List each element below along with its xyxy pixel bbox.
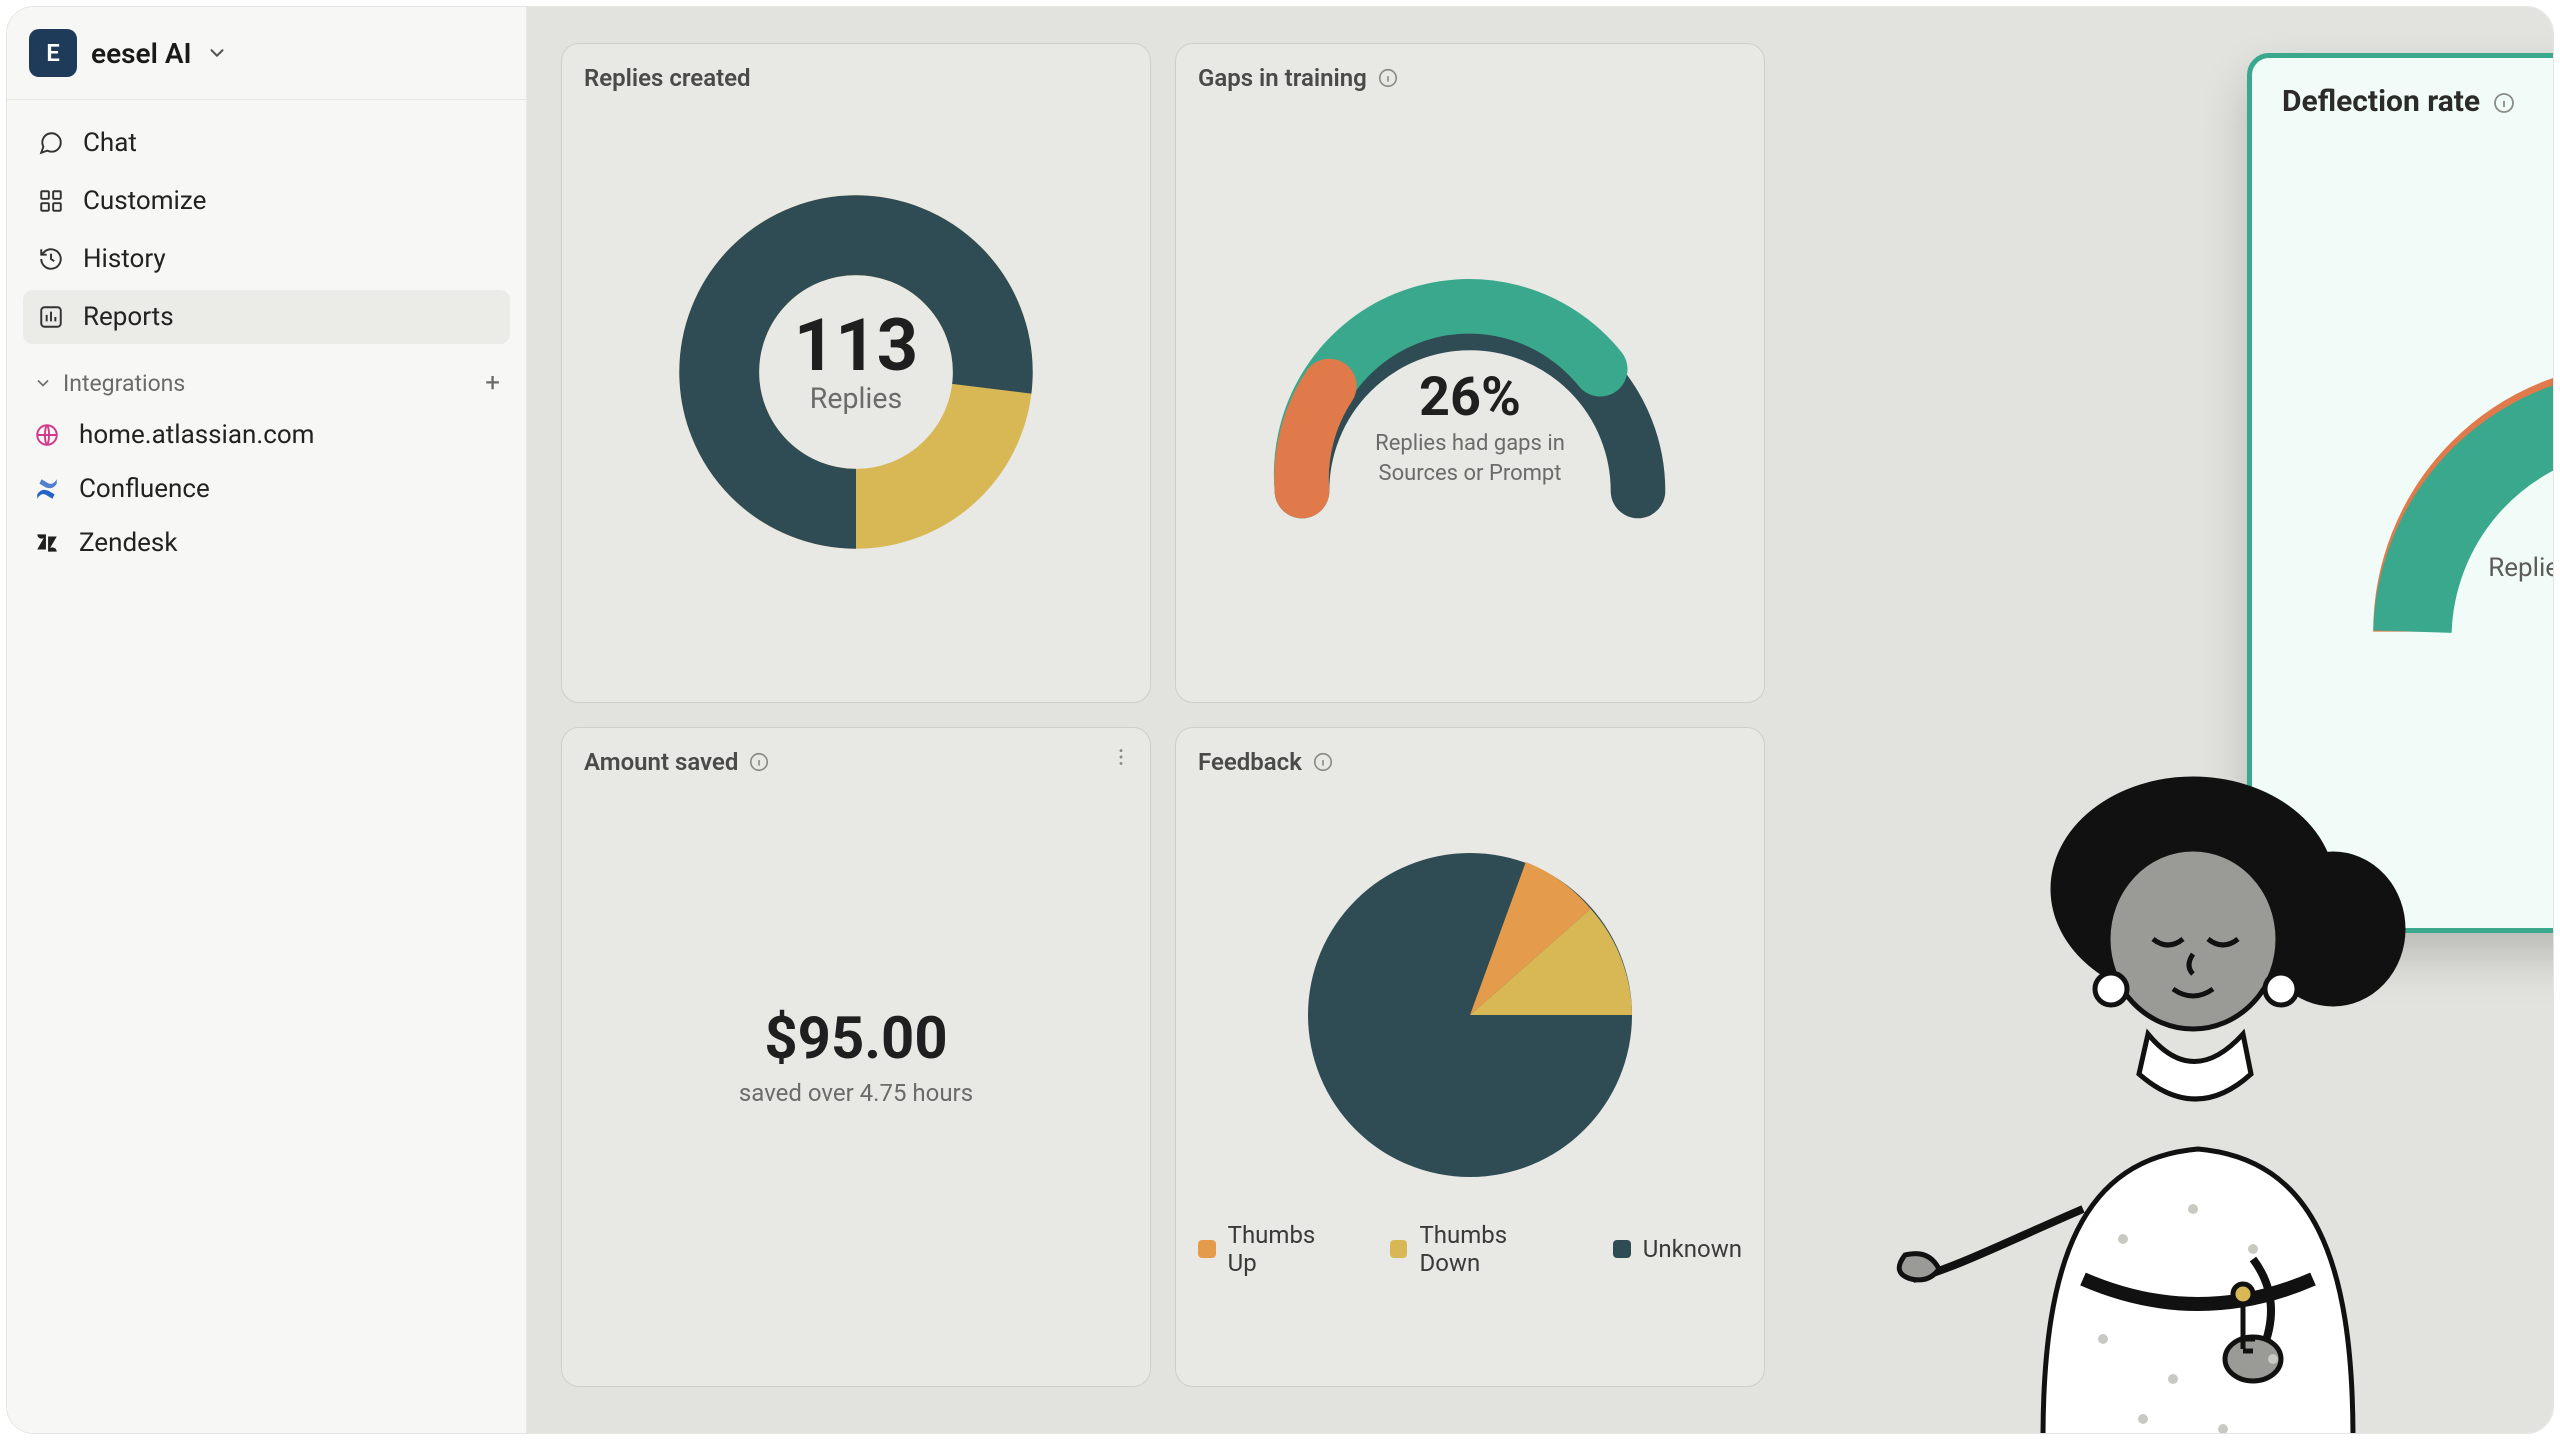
workspace-switcher[interactable]: E eesel AI: [19, 17, 514, 95]
nav-reports[interactable]: Reports: [23, 290, 510, 344]
info-icon[interactable]: [1377, 67, 1399, 89]
divider: [7, 99, 526, 100]
nav-history[interactable]: History: [23, 232, 510, 286]
card-replies-created: Replies created 113 Replies: [561, 43, 1151, 703]
card-title: Replies created: [584, 64, 751, 92]
main-content: Replies created 113 Replies: [527, 7, 2553, 1433]
nav-label: History: [83, 244, 166, 274]
legend-item: Thumbs Down: [1390, 1221, 1571, 1277]
replies-donut-chart: 113 Replies: [666, 182, 1046, 562]
nav-label: Chat: [83, 128, 137, 158]
integration-zendesk[interactable]: Zendesk: [19, 516, 514, 570]
amount-value: $95.00: [764, 1005, 947, 1073]
grid-icon: [37, 187, 65, 215]
chat-icon: [37, 129, 65, 157]
card-amount-saved: Amount saved $95.00 saved over 4.75 hour…: [561, 727, 1151, 1387]
replies-value: 113: [742, 306, 970, 390]
chevron-down-icon: [33, 373, 53, 393]
integration-label: Zendesk: [79, 528, 178, 558]
nav-customize[interactable]: Customize: [23, 174, 510, 228]
integrations-header[interactable]: Integrations +: [19, 350, 514, 408]
legend-item: Thumbs Up: [1198, 1221, 1348, 1277]
info-icon[interactable]: [748, 751, 770, 773]
card-title: Gaps in training: [1198, 64, 1367, 92]
amount-sub: saved over 4.75 hours: [739, 1079, 973, 1107]
card-title: Feedback: [1198, 748, 1302, 776]
card-menu-button[interactable]: [1110, 746, 1132, 768]
feedback-legend: Thumbs Up Thumbs Down Unknown: [1198, 1221, 1742, 1277]
chevron-down-icon: [206, 42, 228, 64]
card-gaps-training: Gaps in training 26% Repl: [1175, 43, 1765, 703]
card-title: Amount saved: [584, 748, 738, 776]
integration-label: home.atlassian.com: [79, 420, 314, 450]
deflection-value: 88%: [2472, 466, 2554, 551]
replies-sub: Replies: [742, 382, 970, 416]
feedback-pie-chart: [1290, 835, 1650, 1195]
integration-confluence[interactable]: Confluence: [19, 462, 514, 516]
confluence-icon: [33, 475, 61, 503]
gaps-sub: Replies had gaps in Sources or Prompt: [1340, 429, 1600, 488]
zendesk-icon: [33, 529, 61, 557]
legend-item: Unknown: [1613, 1235, 1742, 1263]
reports-icon: [37, 303, 65, 331]
deflection-sub: Replies required no human escalation: [2472, 551, 2554, 621]
history-icon: [37, 245, 65, 273]
integration-atlassian[interactable]: home.atlassian.com: [19, 408, 514, 462]
integration-label: Confluence: [79, 474, 210, 504]
card-title: Deflection rate: [2282, 84, 2480, 119]
info-icon[interactable]: [1312, 751, 1334, 773]
nav-label: Customize: [83, 186, 206, 216]
globe-icon: [33, 421, 61, 449]
add-integration-button[interactable]: +: [485, 368, 500, 398]
info-icon[interactable]: [2492, 91, 2514, 113]
sidebar: E eesel AI Chat Customize: [7, 7, 527, 1433]
card-deflection-rate-highlight: Deflection rate 88% Replies required no …: [2247, 53, 2554, 933]
card-feedback: Feedback Thumbs Up Thumbs: [1175, 727, 1765, 1387]
workspace-avatar: E: [29, 29, 77, 77]
primary-nav: Chat Customize History: [19, 110, 514, 350]
integrations-label: Integrations: [63, 370, 185, 397]
workspace-name: eesel AI: [91, 37, 192, 70]
nav-label: Reports: [83, 302, 174, 332]
nav-chat[interactable]: Chat: [23, 116, 510, 170]
gaps-value: 26%: [1340, 366, 1600, 429]
